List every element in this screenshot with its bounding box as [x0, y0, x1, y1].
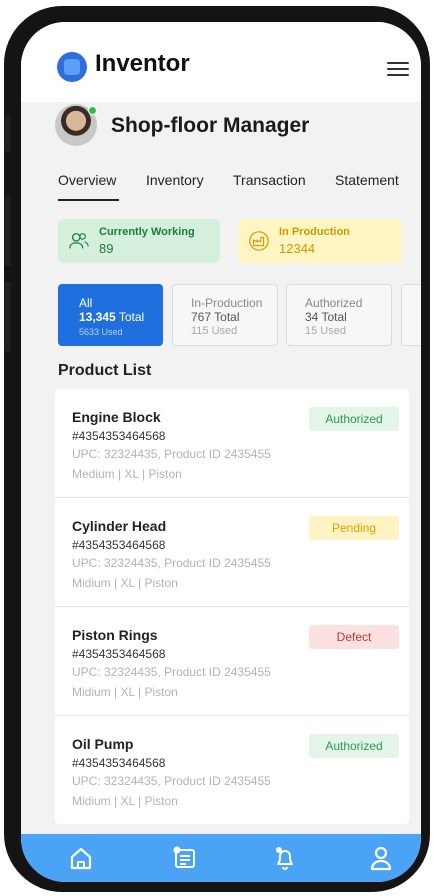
- product-name: Engine Block: [72, 409, 161, 425]
- side-button: [4, 282, 11, 352]
- product-code: #4354353464568: [72, 756, 166, 770]
- tab-overview[interactable]: Overview: [58, 172, 120, 201]
- product-upc: UPC: 32324435, Product ID 2435455: [72, 556, 271, 570]
- hamburger-menu-icon[interactable]: [387, 62, 409, 76]
- tab-bar: Overview Inventory Transaction Statement: [58, 172, 421, 202]
- home-icon[interactable]: [66, 844, 96, 872]
- product-upc: UPC: 32324435, Product ID 2435455: [72, 665, 271, 679]
- status-badge: Pending: [309, 516, 399, 540]
- product-code: #4354353464568: [72, 538, 166, 552]
- summary-total: 767 Total: [191, 310, 240, 324]
- status-badge: Authorized: [309, 734, 399, 758]
- product-code: #4354353464568: [72, 429, 166, 443]
- status-badge: Authorized: [309, 407, 399, 431]
- summary-used: 5633 Used: [79, 327, 123, 337]
- app-title: Inventor: [95, 50, 190, 77]
- product-code: #4354353464568: [72, 647, 166, 661]
- summary-card-partial[interactable]: Zu 34 12: [401, 284, 421, 346]
- in-production-label: In Production: [279, 226, 350, 238]
- product-attributes: Medium | XL | Piston: [72, 467, 182, 481]
- summary-card-in-production[interactable]: In-Production 767 Total 115 Used: [172, 284, 278, 346]
- product-attributes: Midium | XL | Piston: [72, 685, 178, 699]
- summary-card-authorized[interactable]: Authorized 34 Total 15 Used: [286, 284, 392, 346]
- product-attributes: Midium | XL | Piston: [72, 794, 178, 808]
- currently-working-card[interactable]: Currently Working 89: [58, 219, 220, 263]
- side-button: [4, 116, 11, 152]
- tab-statement[interactable]: Statement: [335, 172, 399, 188]
- summary-total: 34 Total: [305, 310, 347, 324]
- user-icon[interactable]: [366, 844, 396, 872]
- factory-icon: [249, 231, 269, 251]
- profile-name: Shop-floor Manager: [111, 114, 310, 137]
- in-production-value: 12344: [279, 241, 316, 256]
- list-item[interactable]: Oil Pump #4354353464568 UPC: 32324435, P…: [55, 716, 409, 824]
- product-upc: UPC: 32324435, Product ID 2435455: [72, 774, 271, 788]
- in-production-card[interactable]: In Production 12344: [238, 219, 402, 263]
- product-name: Cylinder Head: [72, 518, 167, 534]
- summary-title: All: [79, 296, 93, 310]
- summary-total: 13,345 Total: [79, 310, 145, 324]
- product-attributes: Midium | XL | Piston: [72, 576, 178, 590]
- list-item[interactable]: Cylinder Head #4354353464568 UPC: 323244…: [55, 498, 409, 607]
- people-icon: [69, 233, 89, 249]
- summary-card-all[interactable]: All 13,345 Total 5633 Used: [58, 284, 163, 346]
- side-button: [4, 196, 11, 266]
- summary-used: 115 Used: [191, 325, 238, 337]
- product-list-title: Product List: [58, 362, 152, 379]
- product-upc: UPC: 32324435, Product ID 2435455: [72, 447, 271, 461]
- list-item[interactable]: Engine Block #4354353464568 UPC: 3232443…: [55, 389, 409, 498]
- online-status-dot: [88, 106, 97, 115]
- product-name: Piston Rings: [72, 627, 158, 643]
- product-name: Oil Pump: [72, 736, 134, 752]
- app-logo-icon: [57, 52, 87, 82]
- bottom-nav: [21, 834, 421, 882]
- tab-transaction[interactable]: Transaction: [233, 172, 306, 188]
- currently-working-value: 89: [99, 241, 114, 256]
- product-list: Engine Block #4354353464568 UPC: 3232443…: [55, 389, 409, 824]
- bell-icon[interactable]: [270, 844, 300, 872]
- list-item[interactable]: Piston Rings #4354353464568 UPC: 3232443…: [55, 607, 409, 716]
- app-screen: Inventor Shop-floor Manager Overview Inv…: [21, 22, 421, 882]
- app-header: Inventor: [21, 22, 421, 102]
- summary-used: 15 Used: [305, 325, 346, 337]
- currently-working-label: Currently Working: [99, 226, 195, 238]
- tab-inventory[interactable]: Inventory: [146, 172, 204, 188]
- orders-icon[interactable]: [169, 844, 199, 872]
- summary-title: In-Production: [191, 296, 263, 310]
- summary-title: Authorized: [305, 296, 363, 310]
- phone-frame: Inventor Shop-floor Manager Overview Inv…: [4, 6, 430, 892]
- status-badge: Defect: [309, 625, 399, 649]
